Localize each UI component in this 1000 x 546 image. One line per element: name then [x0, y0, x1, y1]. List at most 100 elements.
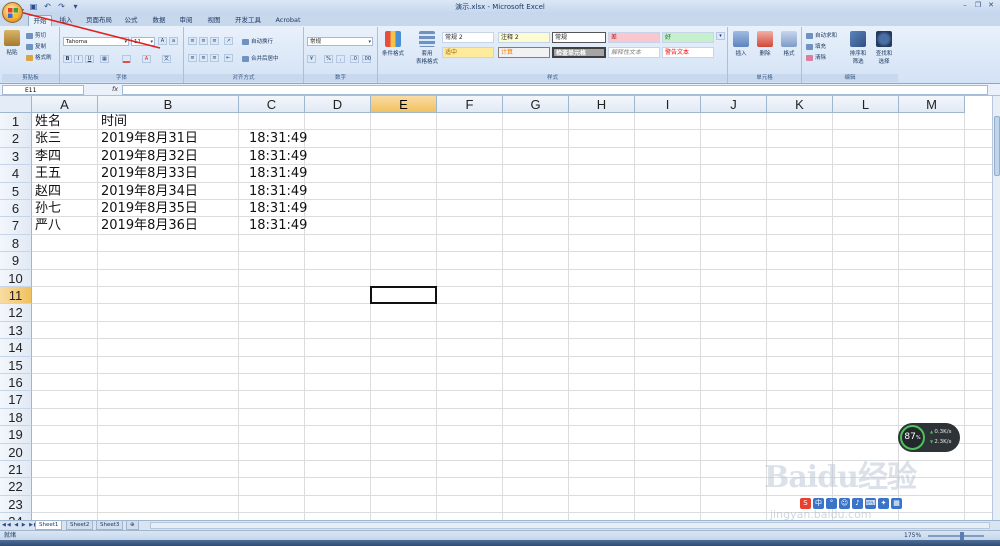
cell-c3[interactable]: 18:31:49 — [249, 148, 307, 165]
column-header-h[interactable]: H — [569, 96, 635, 113]
border-button[interactable]: ▦ — [100, 55, 109, 63]
ime-emoji-icon[interactable]: ☺ — [839, 498, 850, 509]
delete-cells-button[interactable]: 删除 — [756, 31, 774, 57]
row-header-1[interactable]: 1 — [0, 113, 32, 131]
office-button[interactable] — [2, 2, 23, 23]
cell-c7[interactable]: 18:31:49 — [249, 217, 307, 234]
tab-acrobat[interactable]: Acrobat — [270, 15, 306, 26]
style-normal[interactable]: 常规 — [552, 32, 606, 43]
vertical-scrollbar[interactable] — [992, 96, 1000, 520]
number-format-select[interactable]: 常规 — [307, 37, 373, 46]
style-good[interactable]: 好 — [662, 32, 714, 43]
ime-tools-icon[interactable]: ▦ — [891, 498, 902, 509]
comma-button[interactable]: , — [336, 55, 345, 63]
row-header-5[interactable]: 5 — [0, 182, 32, 200]
row-header-9[interactable]: 9 — [0, 252, 32, 270]
styles-more-button[interactable]: ▾ — [716, 32, 725, 40]
sheet-tab-sheet3[interactable]: Sheet3 — [96, 521, 124, 530]
row-header-8[interactable]: 8 — [0, 234, 32, 253]
column-header-l[interactable]: L — [833, 96, 899, 113]
sheet-tab-sheet2[interactable]: Sheet2 — [66, 521, 94, 530]
cell-b2[interactable]: 2019年8月31日 — [101, 130, 198, 147]
currency-button[interactable]: ¥ — [307, 55, 316, 63]
row-header-19[interactable]: 19 — [0, 426, 32, 444]
style-note2[interactable]: 注释 2 — [498, 32, 550, 43]
align-right-button[interactable]: ≡ — [210, 54, 219, 62]
shrink-font-button[interactable]: a — [169, 37, 178, 45]
column-header-c[interactable]: C — [239, 96, 305, 113]
cell-b1[interactable]: 时间 — [101, 113, 127, 130]
zoom-slider[interactable] — [928, 535, 984, 537]
cell-c2[interactable]: 18:31:49 — [249, 130, 307, 147]
vertical-scroll-thumb[interactable] — [994, 116, 1000, 176]
column-header-a[interactable]: A — [32, 96, 98, 113]
column-header-d[interactable]: D — [305, 96, 371, 113]
column-header-k[interactable]: K — [767, 96, 833, 113]
merge-center-button[interactable]: 合并后居中 — [242, 54, 279, 62]
row-header-6[interactable]: 6 — [0, 200, 32, 218]
autosum-button[interactable]: 自动求和 — [806, 31, 837, 39]
tab-home[interactable]: 开始 — [28, 15, 52, 26]
ime-skin-icon[interactable]: ✦ — [878, 498, 889, 509]
column-header-b[interactable]: B — [98, 96, 239, 113]
sheet-nav-arrows[interactable]: ◀◀ ◀ ▶ ▶▶ — [2, 521, 39, 530]
sort-filter-button[interactable]: 排序和 筛选 — [846, 31, 870, 65]
horizontal-scrollbar[interactable] — [150, 522, 990, 529]
format-cells-button[interactable]: 格式 — [780, 31, 798, 57]
row-header-23[interactable]: 23 — [0, 495, 32, 514]
fill-color-button[interactable] — [122, 55, 131, 63]
sheet-tab-sheet1[interactable]: Sheet1 — [35, 521, 63, 530]
cell-a2[interactable]: 张三 — [35, 130, 61, 147]
row-header-4[interactable]: 4 — [0, 165, 32, 183]
row-header-24[interactable]: 24 — [0, 513, 32, 520]
insert-cells-button[interactable]: 插入 — [732, 31, 750, 57]
column-header-m[interactable]: M — [899, 96, 965, 113]
increase-decimal-button[interactable]: .0 — [350, 55, 359, 63]
tab-developer[interactable]: 开发工具 — [231, 15, 265, 26]
ime-punct-icon[interactable]: ° — [826, 498, 837, 509]
formula-input[interactable] — [122, 85, 988, 95]
minimize-icon[interactable]: – — [960, 1, 970, 11]
bold-button[interactable]: B — [63, 55, 72, 63]
fill-button[interactable]: 填充 — [806, 42, 826, 50]
copy-button[interactable]: 复制 — [26, 42, 46, 50]
cell-c6[interactable]: 18:31:49 — [249, 200, 307, 217]
cell-b6[interactable]: 2019年8月35日 — [101, 200, 198, 217]
wrap-text-button[interactable]: 自动换行 — [242, 37, 273, 45]
format-painter-button[interactable]: 格式刷 — [26, 53, 52, 61]
phonetic-button[interactable]: 文 — [162, 55, 171, 63]
zoom-slider-knob[interactable] — [960, 532, 964, 540]
row-header-22[interactable]: 22 — [0, 478, 32, 496]
row-header-11[interactable]: 11 — [0, 287, 32, 305]
ime-chinese-icon[interactable]: 中 — [813, 498, 824, 509]
restore-icon[interactable]: ❐ — [973, 1, 983, 11]
paste-button[interactable]: 粘贴 — [4, 30, 20, 56]
new-sheet-button[interactable]: ⊕ — [126, 521, 139, 530]
decrease-indent-button[interactable]: ⇤ — [224, 54, 233, 62]
cell-c4[interactable]: 18:31:49 — [249, 165, 307, 182]
cut-button[interactable]: 剪切 — [26, 31, 46, 39]
row-header-16[interactable]: 16 — [0, 374, 32, 392]
style-normal2[interactable]: 常规 2 — [442, 32, 494, 43]
cell-c5[interactable]: 18:31:49 — [249, 183, 307, 200]
select-all-corner[interactable] — [0, 96, 32, 113]
row-header-20[interactable]: 20 — [0, 443, 32, 461]
align-center-button[interactable]: ≡ — [199, 54, 208, 62]
ime-logo-icon[interactable]: S — [800, 498, 811, 509]
table-format-button[interactable]: 套用 表格格式 — [412, 31, 442, 65]
font-size-select[interactable]: 11 — [131, 37, 155, 46]
row-header-12[interactable]: 12 — [0, 304, 32, 322]
align-bottom-button[interactable]: ≡ — [210, 37, 219, 45]
name-box[interactable]: E11 — [2, 85, 84, 95]
style-check-cell[interactable]: 检查单元格 — [552, 47, 606, 58]
ime-mic-icon[interactable]: ♪ — [852, 498, 863, 509]
ime-keyboard-icon[interactable]: ⌨ — [865, 498, 876, 509]
tab-data[interactable]: 数据 — [148, 15, 170, 26]
italic-button[interactable]: I — [74, 55, 83, 63]
cell-b4[interactable]: 2019年8月33日 — [101, 165, 198, 182]
row-header-10[interactable]: 10 — [0, 269, 32, 287]
clear-button[interactable]: 清除 — [806, 53, 826, 61]
style-neutral[interactable]: 适中 — [442, 47, 494, 58]
network-speed-widget[interactable]: 87% 0.3K/s 2.3K/s — [898, 423, 960, 452]
orientation-button[interactable]: ↗ — [224, 37, 233, 45]
